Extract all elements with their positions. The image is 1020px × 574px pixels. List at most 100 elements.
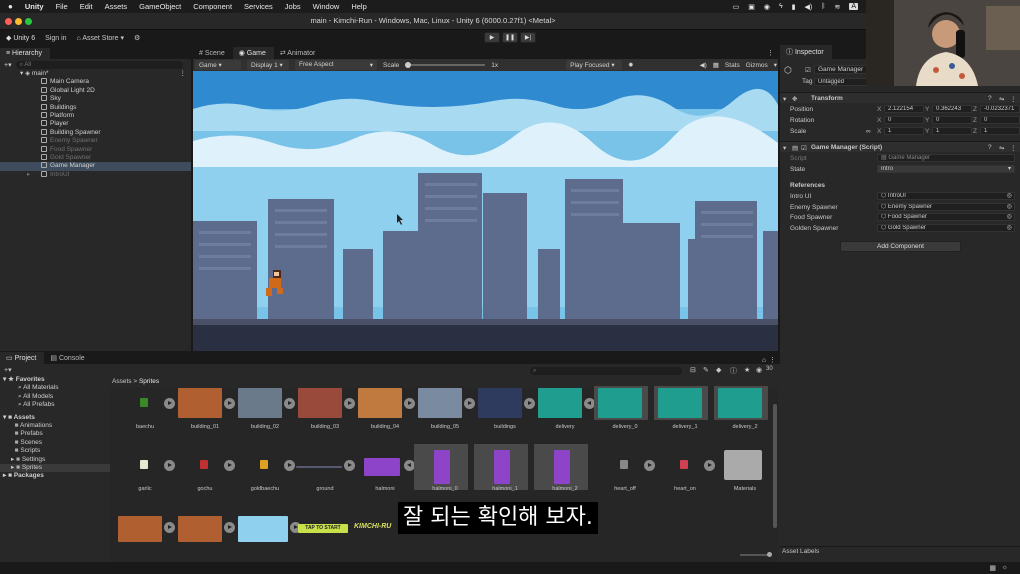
script-component-header[interactable]: ▾ ▤ ☑ Game Manager (Script) ? ⇋ ⋮: [780, 141, 1020, 152]
script-preset-icon[interactable]: ⇋: [999, 144, 1004, 152]
breadcrumb-sprites[interactable]: Sprites: [139, 378, 159, 385]
stats-grid-icon[interactable]: ▦: [713, 61, 719, 69]
bolt-icon[interactable]: ϟ: [779, 3, 783, 10]
project-search-input[interactable]: ⌕: [530, 367, 682, 375]
reference-object-field[interactable]: ⬡ IntroUI ◎: [877, 192, 1015, 200]
menu-edit[interactable]: Edit: [80, 2, 93, 11]
hierarchy-item[interactable]: Food Spawner: [0, 145, 191, 154]
reference-object-field[interactable]: ⬡ Food Spawner ◎: [877, 213, 1015, 221]
aspect-dropdown[interactable]: Free Aspect ▾: [295, 60, 377, 70]
asset-folder[interactable]: ■ Scenes: [0, 439, 110, 447]
step-button[interactable]: ▶|: [520, 32, 536, 43]
hierarchy-item[interactable]: ▸ IntroUI: [0, 170, 191, 179]
foldout-arrow-icon[interactable]: ▾: [783, 95, 786, 103]
hierarchy-item[interactable]: Game Manager: [0, 162, 191, 171]
favorite-item[interactable]: ⌕ All Materials: [0, 384, 110, 392]
reference-object-field[interactable]: ⬡ Enemy Spawner ◎: [877, 202, 1015, 211]
transform-scale-field[interactable]: 1: [980, 127, 1020, 135]
scene-menu-icon[interactable]: ⋮: [180, 70, 187, 78]
display-icon[interactable]: ▣: [748, 3, 755, 11]
transform-position-field[interactable]: -0.0232371: [980, 105, 1020, 113]
object-picker-icon[interactable]: ◎: [1007, 225, 1012, 231]
expand-sprites-button[interactable]: [284, 460, 295, 471]
asset-folder[interactable]: ▸ ■ Sprites: [0, 463, 110, 473]
asset-label[interactable]: delivery_2: [710, 424, 780, 430]
transform-help-icon[interactable]: ?: [988, 95, 992, 102]
hierarchy-item[interactable]: Platform: [0, 111, 191, 120]
asset-folder[interactable]: ■ Prefabs: [0, 430, 110, 438]
object-picker-icon[interactable]: ◎: [1007, 204, 1012, 210]
filter-info-icon[interactable]: ⓘ: [730, 366, 737, 376]
sign-in-button[interactable]: Sign in: [45, 35, 66, 42]
hierarchy-item[interactable]: Gold Spawner: [0, 153, 191, 162]
tab-game[interactable]: ◉ Game: [232, 47, 274, 59]
play-focused-dropdown[interactable]: Play Focused ▾: [566, 60, 623, 70]
hierarchy-item[interactable]: Building Spawner: [0, 128, 191, 137]
expand-sprites-button[interactable]: [704, 460, 715, 471]
hierarchy-item[interactable]: Main Camera: [0, 78, 191, 86]
account-button[interactable]: ◆ Unity 6: [6, 34, 35, 42]
transform-rotation-field[interactable]: 0: [884, 116, 924, 124]
add-object-button[interactable]: +▾: [4, 61, 12, 69]
assets-folder[interactable]: ▾ ■ Assets: [0, 414, 110, 422]
game-view[interactable]: [193, 71, 778, 351]
hierarchy-item[interactable]: Buildings: [0, 103, 191, 112]
expand-sprites-button[interactable]: [164, 522, 175, 533]
filter-tag-icon[interactable]: ◆: [716, 366, 721, 374]
menu-help[interactable]: Help: [351, 2, 366, 11]
battery-icon[interactable]: ▮: [792, 3, 796, 11]
scale-slider-handle[interactable]: [405, 62, 412, 68]
script-enabled-checkbox[interactable]: ☑: [801, 144, 807, 152]
menu-services[interactable]: Services: [244, 2, 273, 11]
expand-sprites-button[interactable]: [224, 460, 235, 471]
tab-inspector[interactable]: ⓘ Inspector: [780, 45, 832, 59]
cloud-icon[interactable]: ⚙: [134, 34, 140, 42]
menu-jobs[interactable]: Jobs: [285, 2, 301, 11]
menu-assets[interactable]: Assets: [105, 2, 128, 11]
tab-animator[interactable]: ⇄ Animator: [274, 47, 323, 59]
pause-button[interactable]: ❚❚: [502, 32, 518, 43]
transform-menu-icon[interactable]: ⋮: [1010, 95, 1017, 103]
menu-component[interactable]: Component: [193, 2, 232, 11]
asset-folder[interactable]: ■ Scripts: [0, 447, 110, 455]
menu-file[interactable]: File: [56, 2, 68, 11]
favorite-item[interactable]: ⌕ All Models: [0, 393, 110, 401]
script-menu-icon[interactable]: ⋮: [1010, 144, 1017, 152]
game-mode-dropdown[interactable]: Game ▾: [195, 60, 241, 70]
menu-window[interactable]: Window: [313, 2, 340, 11]
project-lock-icon[interactable]: ⌂: [762, 357, 766, 364]
stats-button[interactable]: Stats: [725, 62, 740, 69]
status-icon-1[interactable]: ▦: [989, 564, 996, 572]
transform-scale-field[interactable]: 1: [932, 127, 972, 135]
tab-hierarchy[interactable]: ≡ Hierarchy: [0, 48, 50, 59]
display-dropdown[interactable]: Display 1 ▾: [247, 60, 289, 70]
scale-slider[interactable]: [405, 62, 486, 68]
bluetooth-icon[interactable]: ᛒ: [821, 3, 825, 10]
apple-icon[interactable]: ●: [8, 2, 13, 11]
favorite-item[interactable]: ⌕ All Prefabs: [0, 401, 110, 409]
cast-icon[interactable]: ◉: [764, 3, 770, 11]
packages-folder[interactable]: ▸ ■ Packages: [0, 472, 110, 480]
thumbnail-slider-handle[interactable]: [767, 552, 772, 557]
expand-sprites-button[interactable]: [524, 398, 535, 409]
hierarchy-item[interactable]: Sky: [0, 95, 191, 103]
play-button[interactable]: ▶: [484, 32, 500, 43]
settings-gear-icon[interactable]: ✹: [628, 61, 633, 69]
hierarchy-item[interactable]: Player: [0, 120, 191, 128]
input-source-icon[interactable]: A: [849, 3, 858, 10]
expand-sprites-button[interactable]: [224, 522, 235, 533]
add-component-button[interactable]: Add Component: [840, 241, 961, 252]
expand-sprites-button[interactable]: [284, 398, 295, 409]
asset-folder[interactable]: ■ Animations: [0, 422, 110, 430]
transform-rotation-field[interactable]: 0: [932, 116, 972, 124]
asset-label[interactable]: Materials: [710, 486, 780, 492]
status-icon-2[interactable]: ☼: [1002, 564, 1008, 571]
breadcrumb-assets[interactable]: Assets: [112, 378, 132, 385]
project-add-button[interactable]: +▾: [4, 366, 12, 374]
object-name-field[interactable]: Game Manager: [814, 65, 870, 74]
transform-scale-field[interactable]: 1: [884, 127, 924, 135]
hierarchy-item[interactable]: Enemy Spawner: [0, 137, 191, 145]
expand-sprites-button[interactable]: [404, 398, 415, 409]
favorite-star-icon[interactable]: ★: [744, 366, 750, 374]
thumbnail-size-slider[interactable]: [740, 552, 772, 557]
